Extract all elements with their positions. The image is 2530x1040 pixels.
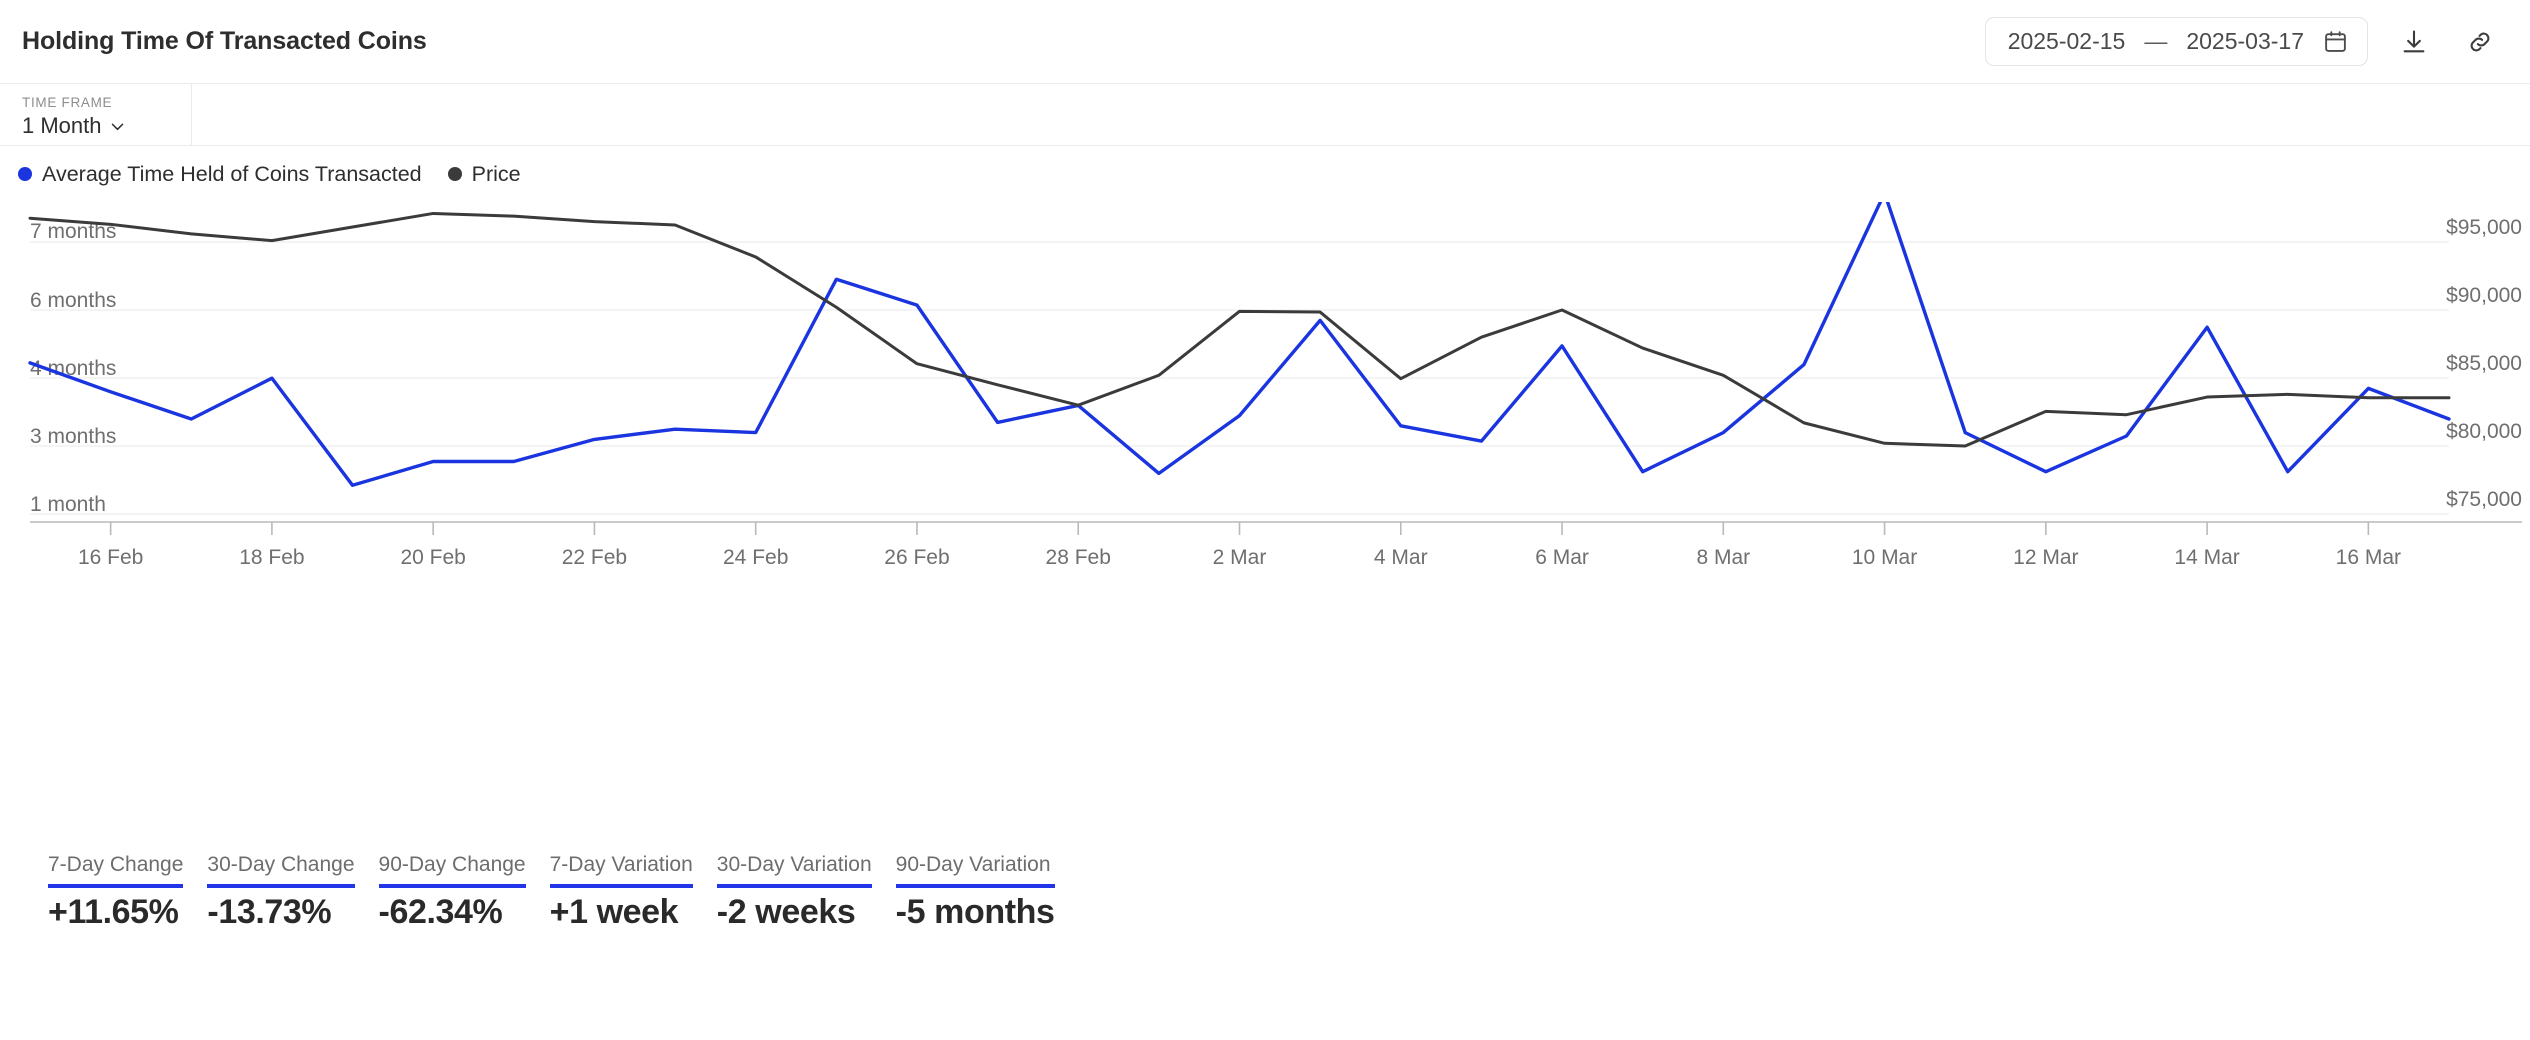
legend-label: Price — [472, 162, 521, 187]
legend-item-average-time-held[interactable]: Average Time Held of Coins Transacted — [18, 162, 422, 187]
x-axis-tick-label: 20 Feb — [400, 546, 465, 569]
x-axis-tick-label: 22 Feb — [562, 546, 627, 569]
legend-item-price[interactable]: Price — [448, 162, 521, 187]
timeframe-value-row: 1 Month — [22, 113, 169, 139]
timeframe-value: 1 Month — [22, 113, 102, 139]
date-range-end: 2025-03-17 — [2186, 28, 2304, 55]
metric-90-day-change[interactable]: 90-Day Change -62.34% — [379, 853, 550, 932]
y-axis-left-tick-label: 3 months — [30, 425, 116, 448]
metric-30-day-change[interactable]: 30-Day Change -13.73% — [207, 853, 378, 932]
x-axis-tick-label: 8 Mar — [1696, 546, 1750, 569]
download-icon — [2400, 28, 2428, 56]
metric-7-day-variation[interactable]: 7-Day Variation +1 week — [550, 853, 717, 932]
x-axis-tick-label: 16 Feb — [78, 546, 143, 569]
y-axis-right-tick-label: $95,000 — [2446, 216, 2522, 239]
metric-label: 30-Day Change — [207, 853, 354, 877]
y-axis-left-tick-label: 6 months — [30, 289, 116, 312]
metric-underline — [379, 884, 526, 888]
link-icon — [2466, 28, 2494, 56]
timeframe-bar: TIME FRAME 1 Month — [0, 84, 2530, 146]
x-axis-tick-label: 28 Feb — [1046, 546, 1111, 569]
y-axis-right-tick-label: $85,000 — [2446, 352, 2522, 375]
timeframe-label: TIME FRAME — [22, 95, 169, 110]
y-axis-right-tick-label: $80,000 — [2446, 420, 2522, 443]
chart-canvas: $100,000$95,000$90,000$85,000$80,000$75,… — [0, 202, 2530, 932]
page-title: Holding Time Of Transacted Coins — [22, 27, 427, 56]
series-line-average-time-held — [30, 202, 2449, 485]
download-button[interactable] — [2394, 22, 2434, 62]
x-axis-tick-label: 18 Feb — [239, 546, 304, 569]
metric-label: 7-Day Change — [48, 853, 183, 877]
x-axis-tick-label: 6 Mar — [1535, 546, 1589, 569]
date-range-picker[interactable]: 2025-02-15 — 2025-03-17 — [1985, 17, 2368, 66]
x-axis-tick-label: 26 Feb — [884, 546, 949, 569]
metric-value: -2 weeks — [717, 893, 872, 932]
y-axis-right-tick-label: $90,000 — [2446, 284, 2522, 307]
metric-value: -13.73% — [207, 893, 354, 932]
legend-dot-icon — [18, 167, 32, 181]
metric-value: +1 week — [550, 893, 693, 932]
metric-label: 30-Day Variation — [717, 853, 872, 877]
page-header: Holding Time Of Transacted Coins 2025-02… — [0, 0, 2530, 84]
x-axis-tick-label: 24 Feb — [723, 546, 788, 569]
metric-7-day-change[interactable]: 7-Day Change +11.65% — [48, 853, 207, 932]
grid-lines: $100,000$95,000$90,000$85,000$80,000$75,… — [30, 202, 2522, 514]
metric-value: -5 months — [896, 893, 1055, 932]
legend-dot-icon — [448, 167, 462, 181]
metric-underline — [896, 884, 1055, 888]
timeframe-selector[interactable]: TIME FRAME 1 Month — [0, 84, 192, 145]
date-range-start: 2025-02-15 — [2008, 28, 2126, 55]
metric-underline — [550, 884, 693, 888]
header-actions: 2025-02-15 — 2025-03-17 — [1985, 17, 2500, 66]
metrics-row: 7-Day Change +11.65% 30-Day Change -13.7… — [0, 853, 1079, 932]
legend-label: Average Time Held of Coins Transacted — [42, 162, 422, 187]
x-axis-tick-label: 2 Mar — [1213, 546, 1267, 569]
chevron-down-icon — [109, 118, 126, 135]
x-axis-tick-label: 12 Mar — [2013, 546, 2078, 569]
x-axis-tick-label: 14 Mar — [2174, 546, 2239, 569]
metric-underline — [207, 884, 354, 888]
metric-label: 90-Day Variation — [896, 853, 1055, 877]
x-axis-tick-label: 16 Mar — [2336, 546, 2401, 569]
x-axis: 16 Feb 18 Feb 20 Feb 22 Feb 24 Feb 26 Feb 28 F… — [30, 522, 2522, 569]
series-line-price — [30, 213, 2449, 446]
metric-label: 7-Day Variation — [550, 853, 693, 877]
metric-label: 90-Day Change — [379, 853, 526, 877]
chart-legend: Average Time Held of Coins Transacted Pr… — [0, 146, 2530, 202]
y-axis-right-tick-label: $75,000 — [2446, 488, 2522, 511]
metric-value: +11.65% — [48, 893, 183, 932]
calendar-icon — [2323, 29, 2348, 54]
x-axis-tick-label: 4 Mar — [1374, 546, 1428, 569]
holding-time-chart-page: Holding Time Of Transacted Coins 2025-02… — [0, 0, 2530, 1040]
copy-link-button[interactable] — [2460, 22, 2500, 62]
chart-area[interactable]: $100,000$95,000$90,000$85,000$80,000$75,… — [0, 202, 2530, 932]
metric-30-day-variation[interactable]: 30-Day Variation -2 weeks — [717, 853, 896, 932]
metric-90-day-variation[interactable]: 90-Day Variation -5 months — [896, 853, 1079, 932]
x-axis-tick-label: 10 Mar — [1852, 546, 1917, 569]
metric-underline — [48, 884, 183, 888]
metric-underline — [717, 884, 872, 888]
metric-value: -62.34% — [379, 893, 526, 932]
date-range-separator: — — [2144, 28, 2167, 55]
y-axis-left-tick-label: 1 month — [30, 493, 106, 516]
